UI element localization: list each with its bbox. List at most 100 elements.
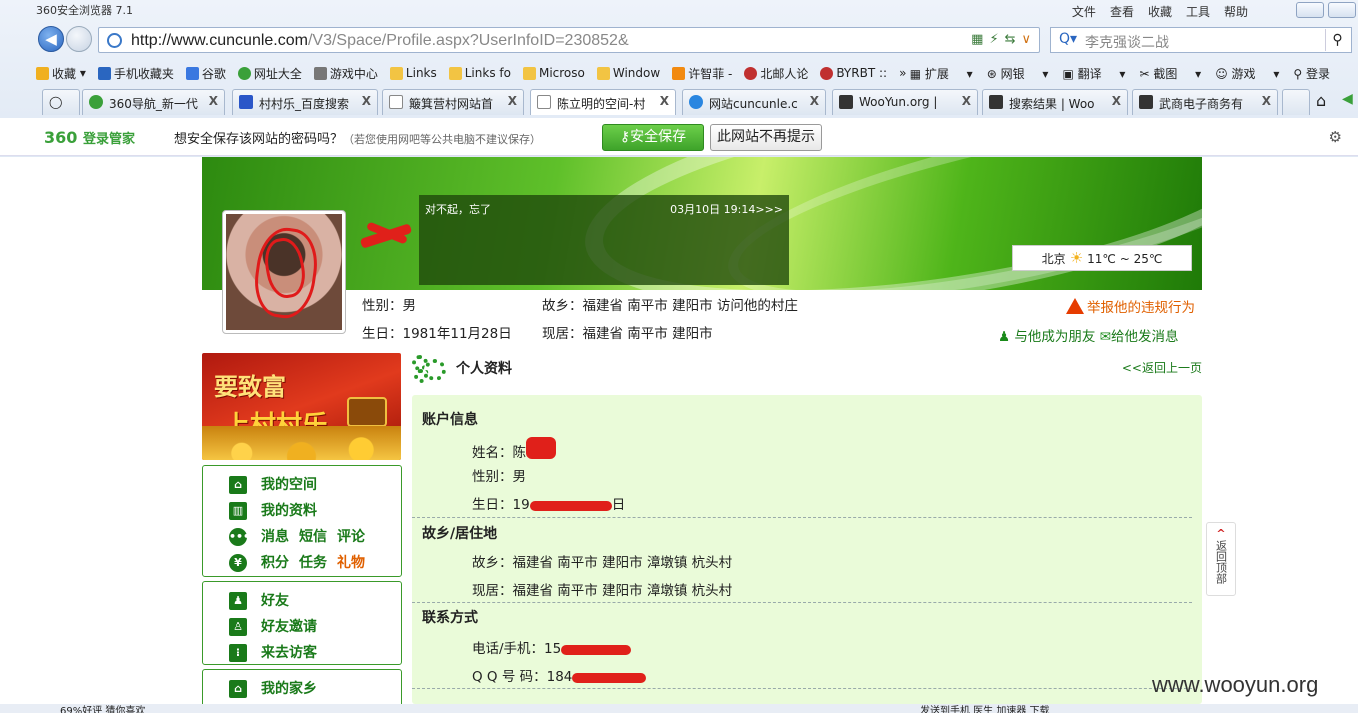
bank-button[interactable]: ⊛ 网银 ▾	[987, 65, 1049, 82]
dropdown-icon[interactable]: ∨	[1021, 32, 1031, 47]
bookmark-sites[interactable]: 网址大全	[237, 65, 302, 82]
tab-360-nav[interactable]: 360导航_新一代 X	[82, 89, 225, 115]
weather-temp: 11℃ ~ 25℃	[1087, 252, 1163, 266]
treasure-chest-icon	[347, 397, 387, 427]
save-password-button[interactable]: ⚷安全保存	[602, 124, 704, 151]
search-input[interactable]: 李克强谈二战	[1085, 32, 1169, 52]
profile-section-header: 个人资料 <<返回上一页	[412, 355, 1202, 383]
bookmarks-more[interactable]: »	[899, 66, 906, 80]
bookmark-xuzhifei[interactable]: 许智菲 -	[672, 65, 732, 82]
add-tab-button[interactable]	[1282, 89, 1310, 115]
home-icon[interactable]: ⌂	[1316, 91, 1326, 110]
search-icon[interactable]: ⚲	[1325, 29, 1349, 51]
sidebar-item-messages[interactable]: 消息	[261, 529, 289, 545]
tab-village-site[interactable]: 簸箕营村网站首 X	[382, 89, 524, 115]
qr-icon[interactable]: ▦	[971, 32, 983, 47]
address-bar[interactable]: http://www.cuncunle.com/V3/Space/Profile…	[98, 27, 1040, 53]
chat-bubble-icon: •••	[229, 528, 250, 546]
forward-button[interactable]	[66, 26, 92, 52]
search-box[interactable]: Q▾ 李克强谈二战 ⚲	[1050, 27, 1352, 53]
password-manager-brand: 360 登录管家	[44, 128, 135, 147]
sidebar-item-my-space[interactable]: ⌂ 我的空间	[229, 474, 317, 494]
games-button[interactable]: ☺ 游戏 ▾	[1215, 65, 1279, 82]
sidebar-item-comments[interactable]: 评论	[337, 529, 365, 545]
folder-icon	[389, 66, 403, 80]
sidebar-item-my-hometown[interactable]: ⌂ 我的家乡	[229, 678, 317, 698]
add-friend-link[interactable]: 与他成为朋友	[1014, 329, 1095, 345]
save-password-prompt: 想安全保存该网站的密码吗？（若您使用网吧等公共电脑不建议保存）	[174, 132, 542, 147]
gears-icon	[412, 355, 452, 385]
search-engine-icon[interactable]: Q▾	[1059, 31, 1077, 47]
bookmark-byr-forum[interactable]: 北邮人论	[744, 65, 808, 82]
field-gender: 性别：男	[472, 469, 526, 485]
sidebar-item-gifts[interactable]: 礼物	[337, 555, 365, 571]
back-button[interactable]: ◀	[38, 26, 64, 52]
folder-icon	[522, 66, 536, 80]
envelope-icon: ✉	[1099, 329, 1112, 345]
back-to-top-button[interactable]: ^ 返回顶部	[1206, 522, 1236, 596]
tab-cuncunle-site[interactable]: 网站cuncunle.c X	[682, 89, 826, 115]
status-left: 69%好评 猜你喜欢	[60, 706, 146, 713]
screenshot-button[interactable]: ✂ 截图 ▾	[1139, 65, 1201, 82]
tab-profile-space[interactable]: 陈立明的空间-村 X	[530, 89, 676, 115]
promo-ad[interactable]: 要致富 上村村乐	[202, 353, 401, 460]
status-bar: 69%好评 猜你喜欢 发送到手机 医生 加速器 下载	[0, 704, 1358, 713]
url-text[interactable]: http://www.cuncunle.com/V3/Space/Profile…	[131, 32, 629, 50]
maximize-button[interactable]	[1328, 2, 1356, 18]
book-icon: ▥	[229, 502, 247, 520]
bookmark-favorites[interactable]: 收藏 ▾	[36, 65, 86, 82]
status-time[interactable]: 03月10日 19:14>>>	[670, 201, 783, 217]
tab-close-icon[interactable]: X	[660, 94, 669, 108]
menu-file[interactable]: 文件	[1072, 3, 1096, 20]
avatar	[222, 210, 346, 334]
bookmark-links[interactable]: Links	[389, 66, 437, 80]
tab-close-icon[interactable]: X	[1112, 94, 1121, 108]
menu-view[interactable]: 查看	[1110, 3, 1134, 20]
tab-close-icon[interactable]: X	[1262, 94, 1271, 108]
field-qq: Q Q 号 码：184	[472, 665, 647, 685]
lightning-icon[interactable]: ⚡	[989, 32, 998, 47]
back-link[interactable]: <<返回上一页	[1122, 359, 1202, 376]
tab-close-icon[interactable]: X	[962, 94, 971, 108]
sidebar-item-sms[interactable]: 短信	[299, 529, 327, 545]
translate-button[interactable]: ▣ 翻译 ▾	[1062, 65, 1125, 82]
tab-wooyun[interactable]: WooYun.org | X	[832, 89, 978, 115]
gear-icon[interactable]: ⚙	[1329, 128, 1342, 146]
new-tab-button[interactable]: ◯	[42, 89, 80, 115]
extensions-button[interactable]: ▦ 扩展 ▾	[910, 65, 973, 82]
report-link[interactable]: 举报他的违规行为	[1066, 296, 1195, 316]
never-prompt-button[interactable]: 此网站不再提示	[710, 124, 822, 151]
tab-wushang[interactable]: 武商电子商务有 X	[1132, 89, 1278, 115]
sidebar-item-friends[interactable]: ♟ 好友	[229, 590, 289, 610]
tab-wooyun-search[interactable]: 搜索结果 | Woo X	[982, 89, 1128, 115]
menu-favorites[interactable]: 收藏	[1148, 3, 1172, 20]
arrow-left-icon[interactable]: ◀	[1342, 91, 1353, 107]
profile-panel: 账户信息 姓名：陈 性别：男 生日：19 日 故乡/居住地 故乡：福建省 南平市 …	[412, 395, 1202, 704]
tab-baidu-search[interactable]: 村村乐_百度搜索 X	[232, 89, 378, 115]
tab-close-icon[interactable]: X	[810, 94, 819, 108]
password-manager-bar: 360 登录管家 想安全保存该网站的密码吗？（若您使用网吧等公共电脑不建议保存）…	[0, 118, 1358, 156]
tab-close-icon[interactable]: X	[362, 94, 371, 108]
send-message-link[interactable]: 给他发消息	[1111, 329, 1179, 345]
minimize-button[interactable]	[1296, 2, 1324, 18]
bookmark-windows[interactable]: Window	[596, 66, 660, 80]
bookmark-microsoft[interactable]: Microso	[522, 66, 585, 80]
bookmark-games[interactable]: 游戏中心	[313, 65, 378, 82]
bookmark-mobile[interactable]: 手机收藏夹	[97, 65, 174, 82]
sidebar-item-my-profile[interactable]: ▥ 我的资料	[229, 500, 317, 520]
menu-tools[interactable]: 工具	[1186, 3, 1210, 20]
sidebar-item-tasks[interactable]: 任务	[299, 555, 327, 571]
sidebar-item-invite[interactable]: ♙ 好友邀请	[229, 616, 317, 636]
tab-close-icon[interactable]: X	[508, 94, 517, 108]
compat-mode-icon[interactable]: ⇆	[1005, 32, 1016, 47]
bookmark-byrbt[interactable]: BYRBT ::	[820, 66, 887, 80]
bookmark-google[interactable]: 谷歌	[185, 65, 226, 82]
bookmark-links-for[interactable]: Links fo	[448, 66, 511, 80]
sidebar-item-points[interactable]: 积分	[261, 555, 289, 571]
sidebar-item-visitors[interactable]: ⁝ 来去访客	[229, 642, 317, 662]
tab-close-icon[interactable]: X	[209, 94, 218, 108]
caret-up-icon: ^	[1216, 527, 1226, 540]
menu-help[interactable]: 帮助	[1224, 3, 1248, 20]
login-button[interactable]: ⚲ 登录	[1293, 65, 1344, 82]
site-icon	[672, 66, 686, 80]
